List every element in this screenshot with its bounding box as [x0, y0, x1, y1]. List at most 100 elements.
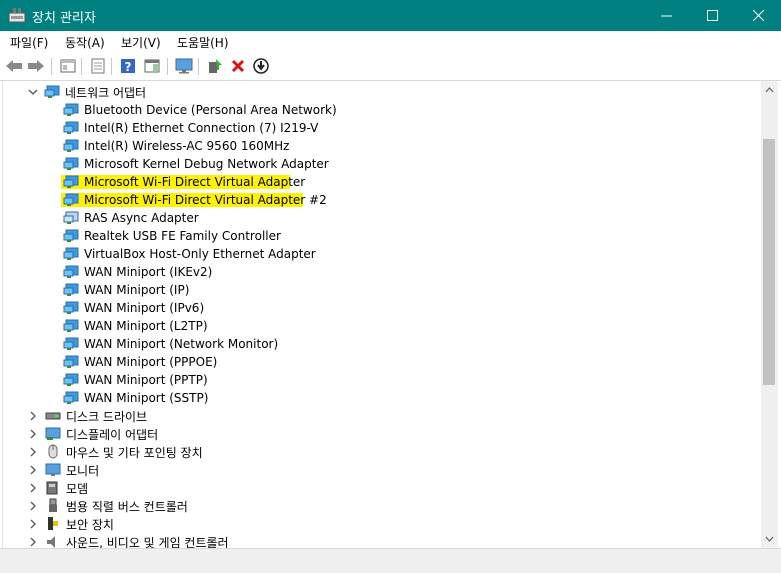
- tree-item-network-adapter[interactable]: VirtualBox Host-Only Ethernet Adapter: [3, 245, 743, 263]
- tree-category[interactable]: 범용 직렬 버스 컨트롤러: [3, 497, 743, 515]
- chevron-right-icon[interactable]: [28, 411, 38, 421]
- tree-category[interactable]: 사운드, 비디오 및 게임 컨트롤러: [3, 533, 743, 548]
- maximize-icon: [706, 10, 718, 21]
- chevron-right-icon[interactable]: [28, 483, 38, 493]
- scrollbar-thumb[interactable]: [763, 139, 775, 385]
- tree-category[interactable]: 디스크 드라이브: [3, 407, 743, 425]
- tree-item-network-adapter[interactable]: WAN Miniport (PPPOE): [3, 353, 743, 371]
- tree-item-network-adapter[interactable]: WAN Miniport (SSTP): [3, 389, 743, 407]
- menu-action[interactable]: 동작(A): [65, 34, 105, 51]
- tree-item-network-adapter[interactable]: WAN Miniport (PPTP): [3, 371, 743, 389]
- chevron-right-icon[interactable]: [28, 519, 38, 529]
- show-hide-tree-button[interactable]: [58, 57, 78, 75]
- network-adapter-icon: [63, 157, 79, 170]
- chevron-right-icon[interactable]: [28, 447, 38, 457]
- tree-item-label: Realtek USB FE Family Controller: [84, 229, 281, 243]
- back-icon: [6, 60, 22, 72]
- status-bar: [0, 548, 781, 573]
- action-pane-button[interactable]: [142, 57, 162, 75]
- tree-item-network-adapter[interactable]: Microsoft Kernel Debug Network Adapter: [3, 155, 743, 173]
- tree-category[interactable]: 모뎀: [3, 479, 743, 497]
- network-adapter-icon: [44, 85, 60, 98]
- tree-category[interactable]: 보안 장치: [3, 515, 743, 533]
- tree-item-label: WAN Miniport (Network Monitor): [84, 337, 279, 351]
- network-adapter-icon: [63, 391, 79, 404]
- chevron-right-icon[interactable]: [28, 501, 38, 511]
- network-adapter-icon: [63, 319, 79, 332]
- device-manager-icon: [8, 8, 26, 23]
- modem-icon: [46, 481, 58, 495]
- network-adapter-icon: [63, 301, 79, 314]
- tree-item-network-adapter[interactable]: Microsoft Wi-Fi Direct Virtual Adapter #…: [3, 191, 743, 209]
- tree-category-label: 마우스 및 기타 포인팅 장치: [66, 445, 203, 460]
- network-adapter-icon: [63, 355, 79, 368]
- help-icon: ?: [121, 59, 135, 74]
- update-driver-button[interactable]: [205, 57, 225, 75]
- tree-item-network-adapter[interactable]: WAN Miniport (L2TP): [3, 317, 743, 335]
- tree-category[interactable]: 마우스 및 기타 포인팅 장치: [3, 443, 743, 461]
- tree-item-network-adapter[interactable]: Bluetooth Device (Personal Area Network): [3, 101, 743, 119]
- chevron-down-icon[interactable]: [28, 87, 38, 97]
- network-adapter-icon: [63, 139, 79, 152]
- chevron-right-icon[interactable]: [28, 429, 38, 439]
- tree-item-network-adapter[interactable]: WAN Miniport (IP): [3, 281, 743, 299]
- tree-item-network-adapter[interactable]: WAN Miniport (Network Monitor): [3, 335, 743, 353]
- close-icon: [752, 10, 764, 21]
- monitor-icon: [175, 58, 193, 74]
- tree-category-label: 범용 직렬 버스 컨트롤러: [66, 499, 188, 514]
- tree-category[interactable]: 모니터: [3, 461, 743, 479]
- console-tree-icon: [60, 59, 76, 73]
- sound-icon: [47, 536, 55, 548]
- scan-hardware-button[interactable]: [174, 57, 194, 75]
- menu-help[interactable]: 도움말(H): [177, 34, 229, 51]
- tree-group-network-adapters[interactable]: 네트워크 어댑터: [3, 83, 743, 101]
- usb-controller-icon: [49, 498, 57, 512]
- disk-drive-icon: [45, 412, 61, 420]
- chevron-right-icon[interactable]: [28, 465, 38, 475]
- menu-view[interactable]: 보기(V): [121, 34, 161, 51]
- forward-button[interactable]: [26, 57, 46, 75]
- network-adapter-icon: [63, 121, 79, 134]
- minimize-icon: [660, 15, 672, 17]
- tree-item-label: WAN Miniport (IP): [84, 283, 190, 297]
- menu-file[interactable]: 파일(F): [10, 34, 48, 51]
- network-adapter-icon: [63, 211, 79, 224]
- close-button[interactable]: [735, 0, 781, 31]
- tree-item-network-adapter[interactable]: RAS Async Adapter: [3, 209, 743, 227]
- tree-item-network-adapter[interactable]: Realtek USB FE Family Controller: [3, 227, 743, 245]
- monitor-device-icon: [45, 463, 61, 476]
- tree-item-label: Microsoft Wi-Fi Direct Virtual Adapter: [84, 175, 306, 189]
- help-button[interactable]: ?: [118, 57, 138, 75]
- scroll-down-icon: [765, 536, 774, 542]
- device-tree[interactable]: 네트워크 어댑터 Bluetooth Device (Personal Area …: [2, 81, 762, 548]
- tree-item-label: RAS Async Adapter: [84, 211, 199, 225]
- download-icon: [253, 58, 269, 74]
- tree-item-label: Intel(R) Wireless-AC 9560 160MHz: [84, 139, 290, 153]
- chevron-right-icon[interactable]: [28, 537, 38, 547]
- disable-device-button[interactable]: [251, 57, 271, 75]
- tree-item-network-adapter[interactable]: WAN Miniport (IKEv2): [3, 263, 743, 281]
- back-button[interactable]: [4, 57, 24, 75]
- tree-item-network-adapter[interactable]: Intel(R) Wireless-AC 9560 160MHz: [3, 137, 743, 155]
- tree-item-label: WAN Miniport (SSTP): [84, 391, 209, 405]
- tree-group-label: 네트워크 어댑터: [65, 85, 147, 100]
- action-pane-icon: [144, 59, 160, 73]
- security-device-icon: [48, 517, 58, 530]
- properties-button[interactable]: [88, 57, 108, 75]
- vertical-scrollbar[interactable]: [761, 81, 778, 548]
- tree-item-network-adapter[interactable]: WAN Miniport (IPv6): [3, 299, 743, 317]
- tree-item-label: WAN Miniport (IPv6): [84, 301, 205, 315]
- tree-item-label: Intel(R) Ethernet Connection (7) I219-V: [84, 121, 319, 135]
- menu-bar: 파일(F) 동작(A) 보기(V) 도움말(H): [0, 31, 781, 53]
- network-adapter-icon: [63, 229, 79, 242]
- network-adapter-icon: [63, 193, 79, 206]
- uninstall-button[interactable]: [228, 57, 248, 75]
- tree-category[interactable]: 디스플레이 어댑터: [3, 425, 743, 443]
- tree-item-network-adapter[interactable]: Microsoft Wi-Fi Direct Virtual Adapter: [3, 173, 743, 191]
- network-adapter-icon: [63, 103, 79, 116]
- maximize-button[interactable]: [689, 0, 735, 31]
- tree-item-label: Microsoft Kernel Debug Network Adapter: [84, 157, 329, 171]
- minimize-button[interactable]: [643, 0, 689, 31]
- scroll-up-icon: [765, 87, 774, 93]
- tree-item-network-adapter[interactable]: Intel(R) Ethernet Connection (7) I219-V: [3, 119, 743, 137]
